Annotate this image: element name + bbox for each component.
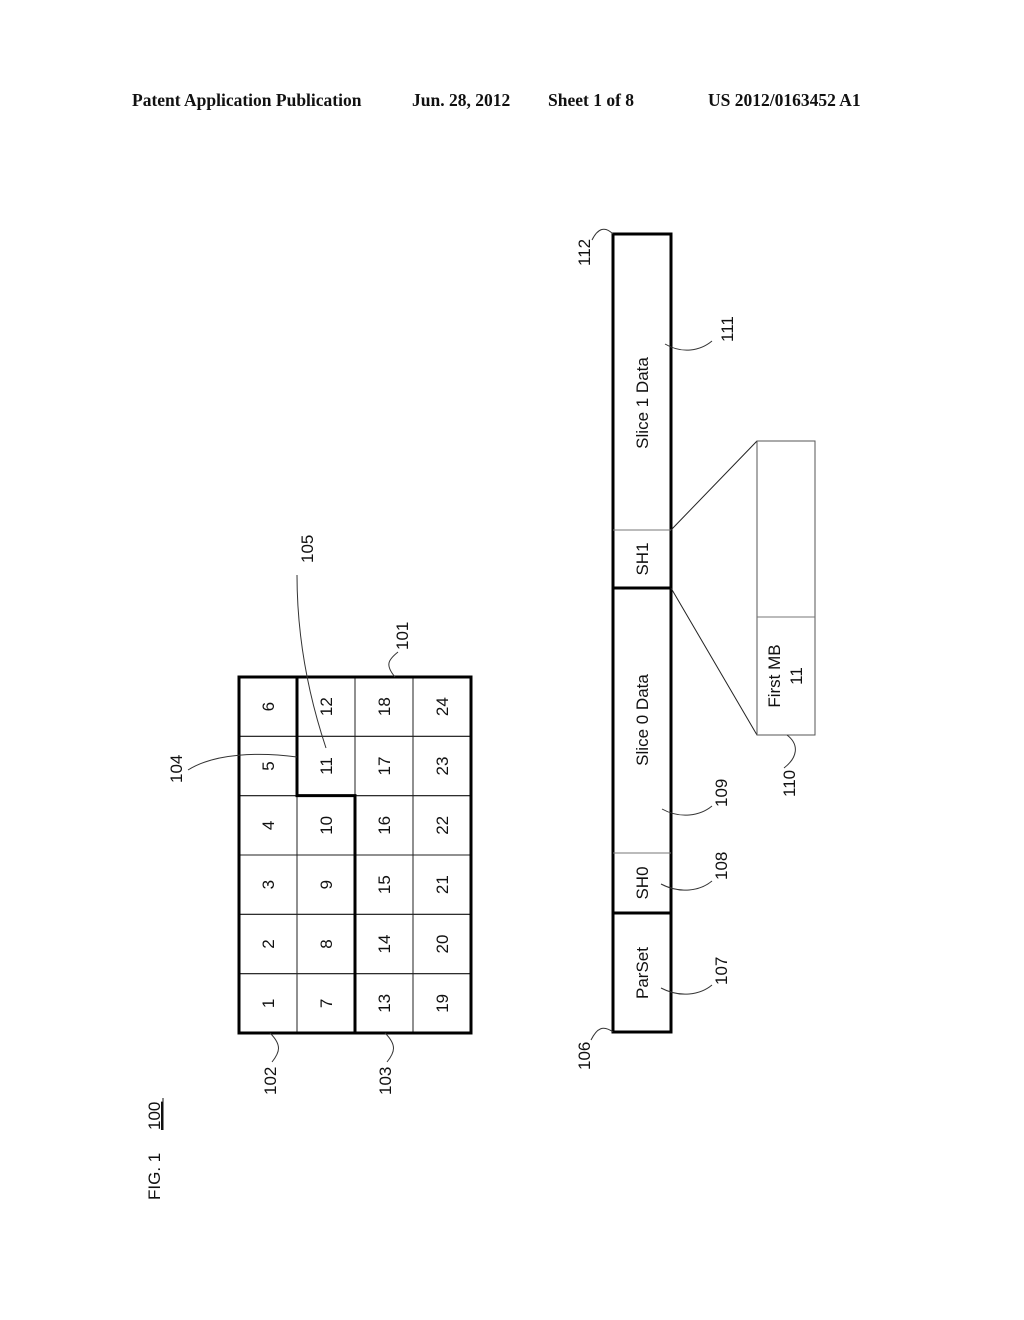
figure-ref-number: 100 bbox=[145, 1102, 164, 1130]
macroblock-number: 10 bbox=[317, 816, 336, 835]
ref-109: 109 bbox=[712, 779, 731, 807]
macroblock-number: 13 bbox=[375, 994, 394, 1013]
figure-1-diagram: FIG. 1 100 12345678910111213141516171819… bbox=[145, 228, 816, 1200]
segment-parset: ParSet bbox=[633, 947, 652, 999]
macroblock-number: 7 bbox=[317, 999, 336, 1008]
ref-107: 107 bbox=[712, 957, 731, 985]
zoom-line-bottom bbox=[670, 587, 758, 736]
leader-112 bbox=[591, 228, 614, 241]
ref-105: 105 bbox=[298, 535, 317, 563]
leader-105 bbox=[296, 574, 327, 749]
ref-110: 110 bbox=[780, 770, 799, 797]
segment-slice0-data: Slice 0 Data bbox=[633, 674, 652, 766]
leader-103 bbox=[384, 1032, 394, 1063]
ref-106: 106 bbox=[575, 1042, 594, 1070]
macroblock-number: 3 bbox=[259, 880, 278, 889]
macroblock-number: 17 bbox=[375, 757, 394, 776]
macroblock-number: 21 bbox=[433, 875, 452, 894]
macroblock-number: 12 bbox=[317, 697, 336, 716]
ref-102: 102 bbox=[261, 1067, 280, 1095]
zoom-line-top bbox=[670, 440, 758, 531]
figure-label: FIG. 1 100 bbox=[145, 1098, 164, 1200]
ref-108: 108 bbox=[712, 852, 731, 880]
segment-slice1-data: Slice 1 Data bbox=[633, 357, 652, 449]
macroblock-number: 23 bbox=[433, 757, 452, 776]
segment-sh0: SH0 bbox=[633, 866, 652, 899]
macroblock-number: 5 bbox=[259, 761, 278, 770]
macroblock-number: 16 bbox=[375, 816, 394, 835]
macroblock-number: 4 bbox=[259, 821, 278, 830]
macroblock-number: 18 bbox=[375, 697, 394, 716]
macroblock-number: 2 bbox=[259, 939, 278, 948]
macroblock-number: 1 bbox=[259, 999, 278, 1008]
macroblock-number: 9 bbox=[317, 880, 336, 889]
leader-108 bbox=[660, 880, 713, 891]
bitstream-references: 106 112 107 108 109 111 bbox=[575, 228, 737, 1070]
leader-106 bbox=[590, 1027, 614, 1041]
macroblock-number: 15 bbox=[375, 875, 394, 894]
leader-102 bbox=[269, 1032, 279, 1063]
picture-grid: 123456789101112131415161718192021222324 bbox=[237, 675, 473, 1035]
macroblock-number: 19 bbox=[433, 994, 452, 1013]
ref-112: 112 bbox=[575, 239, 594, 266]
leader-107 bbox=[660, 984, 713, 995]
ref-111: 111 bbox=[718, 316, 737, 342]
segment-sh1: SH1 bbox=[633, 542, 652, 575]
macroblock-number: 24 bbox=[433, 697, 452, 716]
first-mb-label: First MB bbox=[765, 644, 784, 707]
leader-110 bbox=[783, 734, 796, 769]
leader-104 bbox=[187, 753, 298, 771]
macroblock-number: 14 bbox=[375, 935, 394, 954]
ref-103: 103 bbox=[376, 1067, 395, 1095]
macroblock-number: 22 bbox=[433, 816, 452, 835]
first-mb-value: 11 bbox=[787, 667, 806, 685]
macroblock-number: 11 bbox=[317, 757, 336, 775]
figure-label-text: FIG. 1 bbox=[145, 1153, 164, 1200]
macroblock-number: 20 bbox=[433, 935, 452, 954]
leader-101 bbox=[388, 651, 399, 678]
ref-104: 104 bbox=[167, 755, 186, 783]
bitstream-bar: ParSet SH0 Slice 0 Data SH1 Slice 1 Data bbox=[611, 232, 673, 1034]
macroblock-number: 6 bbox=[259, 702, 278, 711]
macroblock-number: 8 bbox=[317, 939, 336, 948]
slice-header-detail: First MB 11 110 bbox=[670, 440, 816, 797]
ref-101: 101 bbox=[393, 622, 412, 650]
